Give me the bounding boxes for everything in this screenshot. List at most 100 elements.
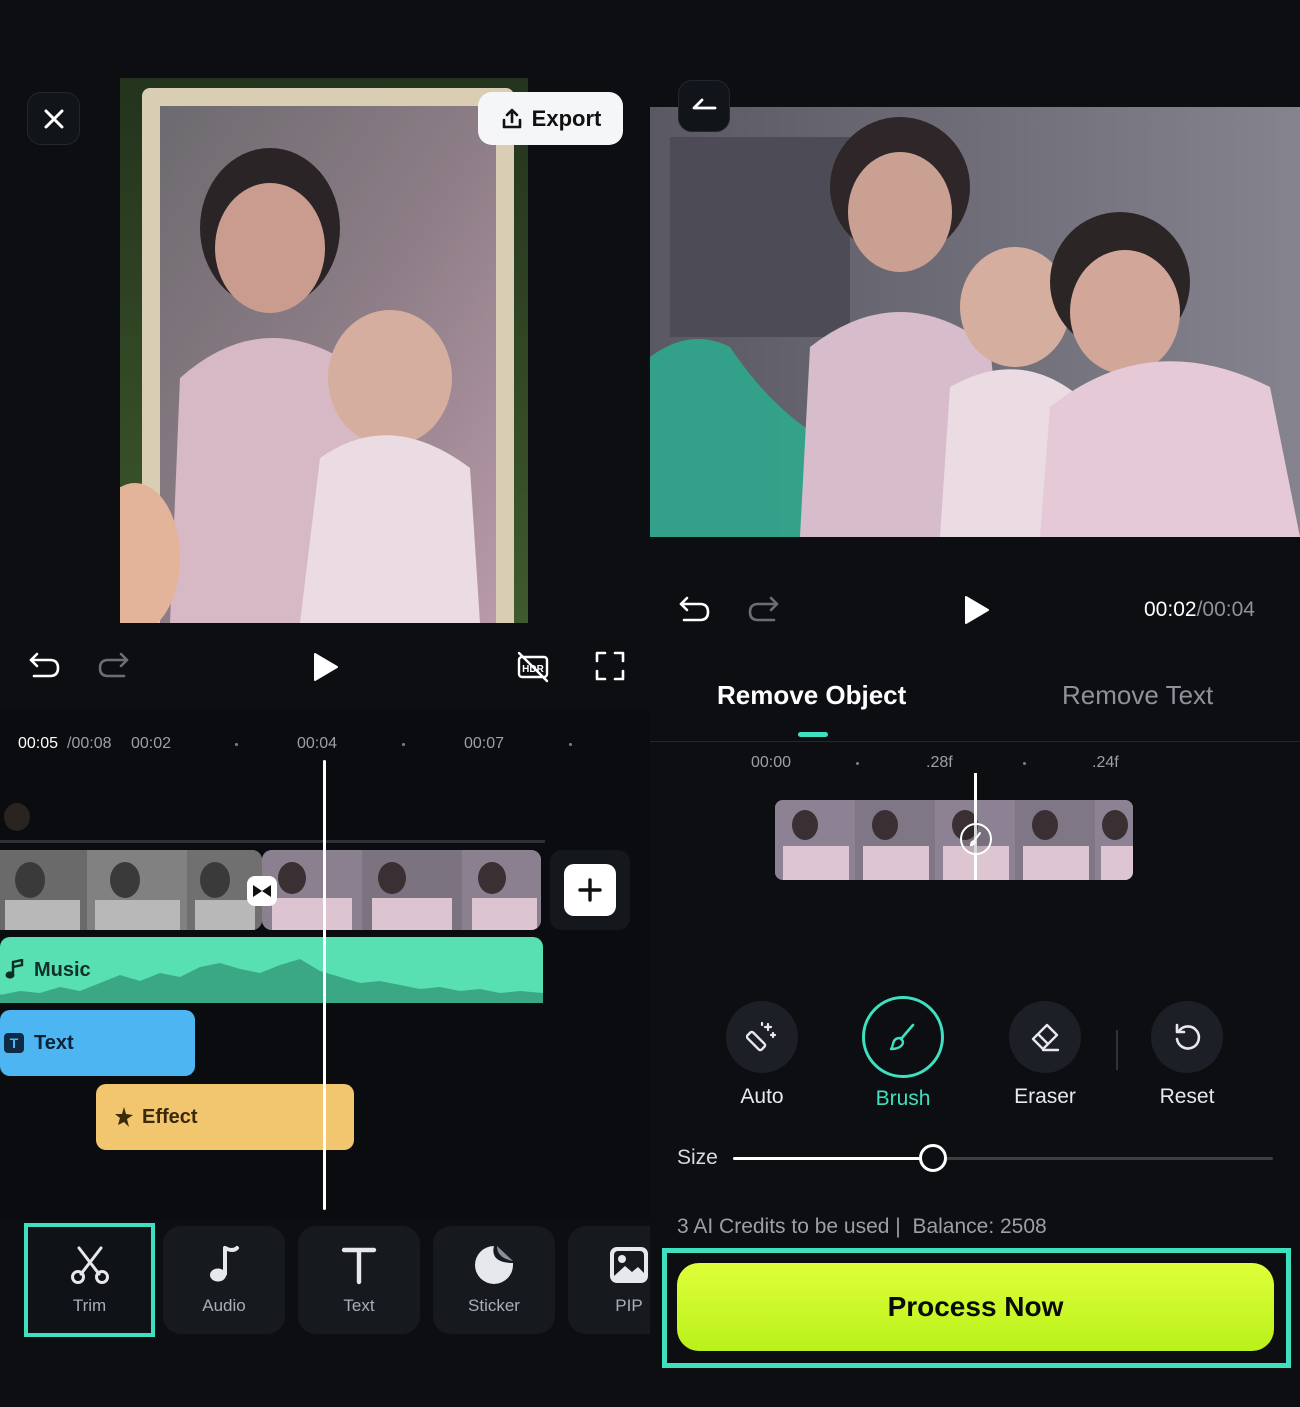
clip-thumbnails [262,850,541,930]
effect-icon [115,1107,133,1127]
tool-label: Eraser [1014,1085,1076,1108]
slider-knob[interactable] [919,1144,947,1172]
tool-button[interactable] [726,1001,798,1073]
upload-icon [502,108,521,128]
object-removal-panel: 00:02/00:04 Remove Object Remove Text 00… [650,0,1300,1407]
ruler-tick: .28f [926,754,953,771]
total-time: /00:04 [1196,598,1255,621]
redo-icon[interactable] [96,650,130,680]
play-icon[interactable] [312,652,340,682]
tool-label: Sticker [468,1296,520,1315]
undo-icon[interactable] [28,650,62,680]
clip-thumbnails [0,850,262,930]
video-preview[interactable] [650,107,1300,537]
music-track[interactable]: Music [0,937,543,1003]
text-track[interactable]: T Text [0,1010,195,1076]
ruler-dot [1023,762,1026,765]
image-icon [610,1247,648,1283]
effect-track[interactable]: Effect [96,1084,354,1150]
total-time: /00:08 [67,735,112,752]
close-button[interactable] [27,92,80,145]
tab-remove-text[interactable]: Remove Text [1062,680,1213,711]
video-preview[interactable] [120,78,528,623]
tool-button[interactable] [862,996,944,1078]
credits-info: 3 AI Credits to be used | Balance: 2508 [677,1215,1047,1239]
magic-wand-icon [746,1021,777,1052]
back-arrow-icon [692,98,717,110]
fullscreen-icon[interactable] [594,650,626,682]
slider-fill [733,1157,933,1160]
effect-track-label: Effect [142,1106,198,1128]
size-slider[interactable] [733,1144,1273,1172]
tool-sticker[interactable]: Sticker [433,1226,555,1334]
brush-marker-icon [969,832,981,847]
process-now-button[interactable]: Process Now [677,1263,1274,1351]
close-icon [44,109,63,128]
tool-label: Audio [202,1296,246,1315]
video-clip[interactable] [262,850,541,930]
tool-button[interactable] [1151,1001,1223,1073]
ruler-dot [856,762,859,765]
tool-pip[interactable]: PIP [568,1226,650,1334]
add-clip-button[interactable] [564,864,616,916]
tool-label: Brush [875,1087,931,1110]
redo-icon[interactable] [746,594,780,624]
export-button[interactable]: Export [478,92,623,145]
add-clip-area [550,850,630,930]
credits-text: 3 AI Credits to be used | [677,1215,901,1238]
scissors-icon [70,1246,109,1284]
tool-eraser[interactable]: Eraser [985,1001,1105,1109]
balance-text: Balance: 2508 [912,1215,1047,1238]
ruler-dot [235,743,238,746]
playhead[interactable] [323,760,326,1210]
text-icon [341,1247,377,1285]
tool-label: Trim [72,1296,107,1315]
music-track-label: Music [34,959,91,981]
mode-tabs: Remove Object Remove Text [650,654,1300,742]
hdr-off-icon[interactable]: HDR [515,649,551,685]
eraser-icon [1031,1023,1060,1052]
brush-icon [889,1023,915,1051]
keyframe-marker[interactable] [960,823,992,855]
tool-auto[interactable]: Auto [702,1001,822,1109]
tool-label: Text [343,1296,375,1315]
play-icon[interactable] [963,595,991,625]
size-label: Size [677,1146,718,1169]
cover-thumbnail[interactable] [2,801,32,833]
plus-icon [578,878,602,902]
ruler-tick: .24f [1092,754,1119,771]
tab-remove-object[interactable]: Remove Object [717,680,906,711]
preview-image [650,107,1300,537]
clip-thumbnails [775,800,1133,880]
sticker-icon [475,1246,513,1284]
video-clip[interactable] [0,850,262,930]
playback-time: 00:02/00:04 [1144,598,1255,622]
svg-text:HDR: HDR [522,664,544,675]
music-note-icon [210,1246,239,1282]
text-track-icon: T [4,1033,24,1053]
current-time: 00:05 [18,735,59,752]
tool-text[interactable]: Text [298,1226,420,1334]
transition-button[interactable] [247,876,277,906]
track-divider [0,840,545,843]
tool-brush[interactable]: Brush [843,996,963,1111]
undo-icon[interactable] [678,594,712,624]
playback-controls: HDR [0,628,650,708]
ruler-tick: 00:02 [131,735,172,752]
tool-label: Reset [1159,1085,1215,1108]
clip-strip[interactable] [775,800,1133,880]
ruler-tick: 00:07 [464,735,505,752]
tool-label: PIP [615,1296,643,1315]
tool-label: Auto [740,1085,784,1108]
tool-trim[interactable]: Trim [24,1223,155,1337]
ruler-dot [569,743,572,746]
back-button[interactable] [678,80,730,132]
tool-button[interactable] [1009,1001,1081,1073]
preview-image [120,78,528,623]
ruler-tick: 00:04 [297,735,338,752]
tools-divider [1116,1030,1118,1070]
tool-audio[interactable]: Audio [163,1226,285,1334]
tool-reset[interactable]: Reset [1127,1001,1247,1109]
video-editor-panel: Export HDR 00:05 /00:08 00:02 00:04 00:0… [0,0,650,1407]
ruler-tick: 00:00 [751,754,792,771]
